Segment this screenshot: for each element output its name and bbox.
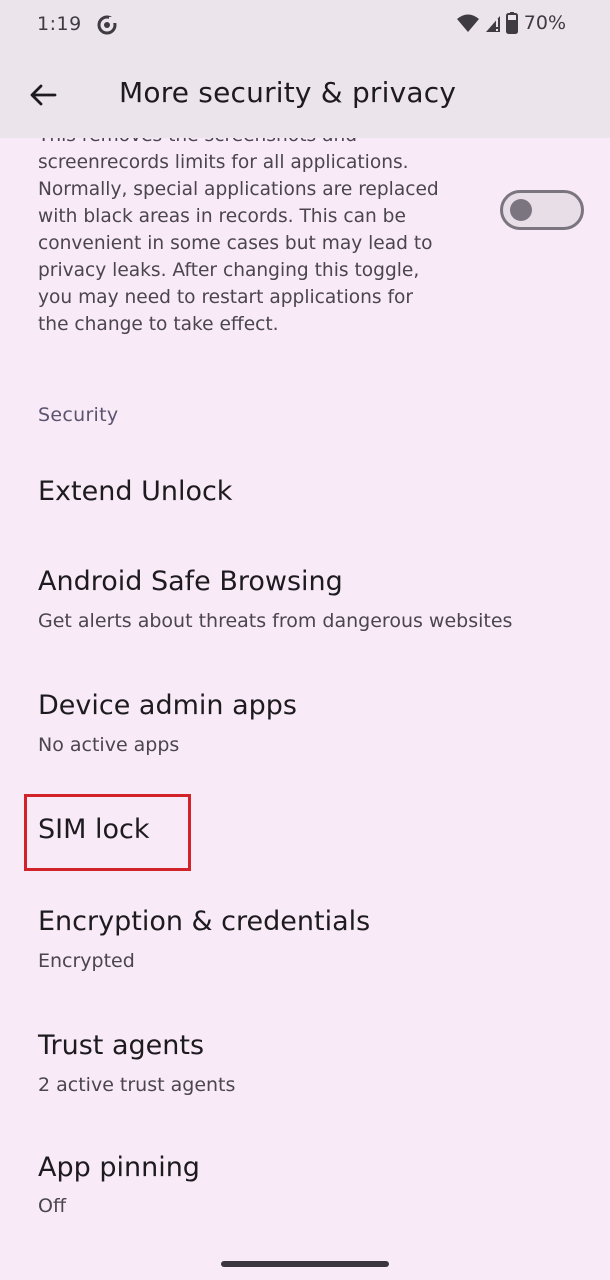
setting-title: Device admin apps [38, 690, 297, 721]
arrow-back-icon [29, 83, 57, 111]
status-time: 1:19 [37, 13, 82, 35]
section-header-security: Security [38, 404, 119, 426]
setting-item-extend-unlock[interactable]: Extend Unlock [0, 456, 610, 526]
description-line: the change to take effect. [38, 314, 279, 335]
setting-subtitle: Off [38, 1195, 67, 1217]
top-app-bar: More security & privacy [0, 52, 610, 138]
setting-title: Trust agents [38, 1030, 205, 1061]
settings-list[interactable]: This removes the screenshots and screenr… [0, 138, 610, 1280]
description-line: you may need to restart applications for [38, 287, 414, 308]
screenshot-setting-description: This removes the screenshots and screenr… [38, 138, 488, 338]
app-notification-icon [96, 14, 118, 36]
description-line: with black areas in records. This can be [38, 206, 406, 227]
page-title: More security & privacy [119, 76, 457, 109]
battery-percent: 70% [523, 12, 566, 34]
wifi-icon [456, 13, 480, 33]
back-button[interactable] [20, 74, 66, 120]
status-icons: 70% [456, 12, 566, 34]
setting-title: Extend Unlock [38, 476, 233, 507]
setting-subtitle: Encrypted [38, 950, 135, 972]
description-line: privacy leaks. After changing this toggl… [38, 260, 420, 281]
screenshot-toggle[interactable] [500, 190, 584, 230]
setting-item-device-admin-apps[interactable]: Device admin apps No active apps [0, 672, 610, 772]
description-line: This removes the screenshots and [38, 138, 488, 149]
description-line: screenrecords limits for all application… [38, 152, 409, 173]
setting-item-trust-agents[interactable]: Trust agents 2 active trust agents [0, 1012, 610, 1112]
setting-item-encryption-credentials[interactable]: Encryption & credentials Encrypted [0, 888, 610, 988]
description-line: Normally, special applications are repla… [38, 179, 439, 200]
setting-title: Encryption & credentials [38, 906, 371, 937]
setting-subtitle: 2 active trust agents [38, 1074, 236, 1096]
setting-title: App pinning [38, 1152, 200, 1183]
setting-subtitle: No active apps [38, 734, 180, 756]
setting-subtitle: Get alerts about threats from dangerous … [38, 610, 513, 632]
setting-item-safe-browsing[interactable]: Android Safe Browsing Get alerts about t… [0, 548, 610, 648]
toggle-knob [510, 199, 532, 221]
cell-signal-icon [484, 13, 502, 33]
battery-icon [505, 12, 518, 34]
status-bar: 1:19 70% [0, 0, 610, 52]
gesture-nav-handle[interactable] [221, 1261, 389, 1267]
setting-item-app-pinning[interactable]: App pinning Off [0, 1136, 610, 1236]
highlight-box [24, 794, 191, 871]
description-line: convenient in some cases but may lead to [38, 233, 433, 254]
setting-title: Android Safe Browsing [38, 566, 343, 597]
